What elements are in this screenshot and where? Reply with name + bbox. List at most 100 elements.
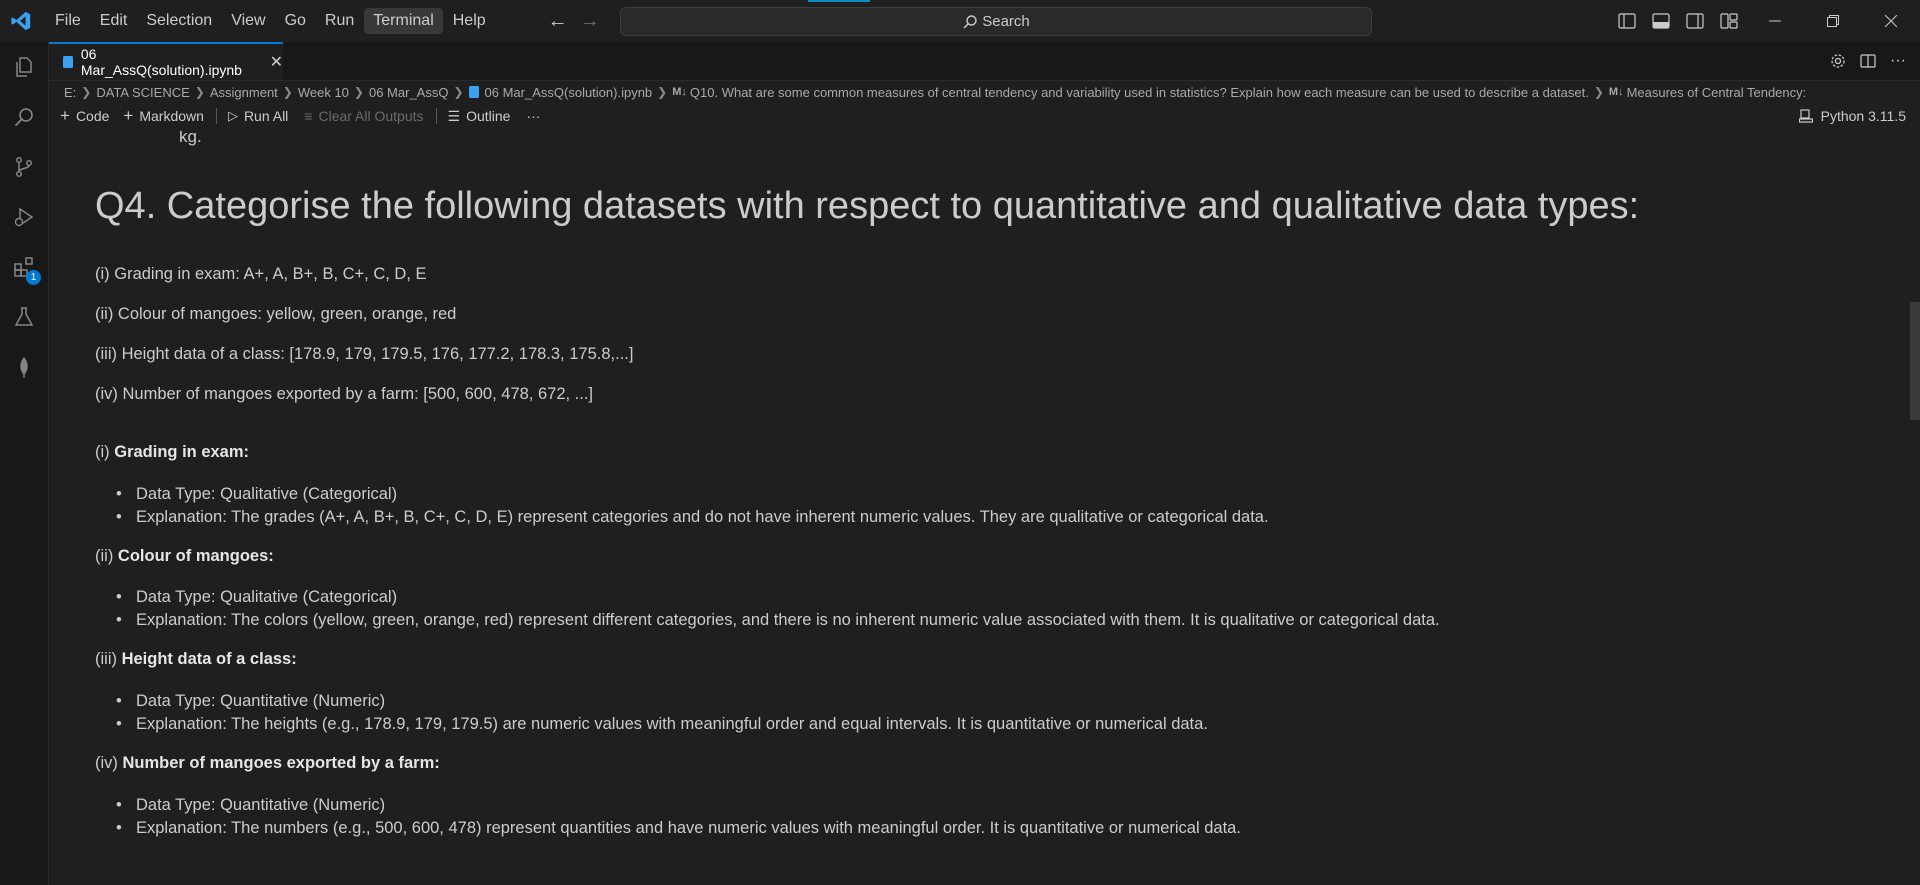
tab-close-icon[interactable]: ✕ bbox=[270, 52, 283, 72]
answer-bullet: Data Type: Qualitative (Categorical) bbox=[116, 485, 397, 504]
breadcrumb-data-science[interactable]: DATA SCIENCE bbox=[96, 85, 189, 100]
previous-cell-fragment: kg. bbox=[179, 131, 202, 146]
run-debug-icon[interactable] bbox=[0, 192, 48, 242]
breadcrumb-assignment[interactable]: Assignment bbox=[210, 85, 278, 100]
back-arrow-icon[interactable]: ← bbox=[548, 10, 568, 33]
forward-arrow-icon[interactable]: → bbox=[580, 10, 600, 33]
question-item-3: (iii) Height data of a class: [178.9, 17… bbox=[95, 345, 634, 363]
tab-bar: 06 Mar_AssQ(solution).ipynb ✕ ··· bbox=[49, 42, 1920, 81]
search-box[interactable]: Search bbox=[620, 7, 1372, 36]
extensions-badge: 1 bbox=[26, 270, 41, 285]
section-prefix: (iv) bbox=[95, 754, 118, 772]
answer-bullet: Data Type: Quantitative (Numeric) bbox=[116, 692, 385, 711]
breadcrumb-drive[interactable]: E: bbox=[64, 85, 76, 100]
search-label: Search bbox=[982, 13, 1030, 30]
breadcrumb: E: ❯ DATA SCIENCE ❯ Assignment ❯ Week 10… bbox=[64, 83, 1914, 101]
outline-button[interactable]: ☰ Outline bbox=[448, 108, 511, 125]
chevron-right-icon: ❯ bbox=[194, 85, 205, 99]
answer-bullet: Explanation: The heights (e.g., 178.9, 1… bbox=[116, 715, 1208, 734]
tab-title: 06 Mar_AssQ(solution).ipynb bbox=[80, 46, 242, 78]
menu-selection[interactable]: Selection bbox=[137, 8, 221, 34]
chevron-right-icon: ❯ bbox=[353, 85, 364, 99]
add-code-button[interactable]: + Code bbox=[60, 106, 109, 126]
answer-bullet: Explanation: The colors (yellow, green, … bbox=[116, 611, 1440, 630]
menu-view[interactable]: View bbox=[222, 8, 274, 34]
chevron-right-icon: ❯ bbox=[453, 85, 464, 99]
more-actions-icon[interactable]: ··· bbox=[1890, 52, 1906, 70]
breadcrumb-file[interactable]: 06 Mar_AssQ(solution).ipynb bbox=[485, 85, 653, 100]
source-control-icon[interactable] bbox=[0, 142, 48, 192]
menu-file[interactable]: File bbox=[46, 8, 90, 34]
testing-icon[interactable] bbox=[0, 292, 48, 342]
answer-bullet: Explanation: The numbers (e.g., 500, 600… bbox=[116, 819, 1241, 838]
answer-section-heading: (iv) Number of mangoes exported by a far… bbox=[95, 754, 440, 773]
add-code-label: Code bbox=[75, 108, 110, 124]
section-prefix: (iii) bbox=[95, 650, 117, 668]
plus-icon: + bbox=[123, 106, 134, 125]
tab-notebook[interactable]: 06 Mar_AssQ(solution).ipynb ✕ bbox=[49, 42, 283, 80]
question-item-1: (i) Grading in exam: A+, A, B+, B, C+, C… bbox=[95, 265, 427, 283]
answer-bullet: Explanation: The grades (A+, A, B+, B, C… bbox=[116, 508, 1269, 527]
run-all-label: Run All bbox=[243, 108, 289, 124]
search-icon bbox=[963, 14, 977, 29]
answer-section-heading: (i) Grading in exam: bbox=[95, 443, 249, 462]
notebook-file-icon bbox=[468, 86, 479, 98]
menu-go[interactable]: Go bbox=[276, 8, 315, 34]
minimize-icon[interactable] bbox=[1746, 0, 1804, 42]
scrollbar-thumb[interactable] bbox=[1910, 302, 1920, 420]
toggle-panel-icon[interactable] bbox=[1644, 0, 1678, 42]
editor-actions: ··· bbox=[1830, 42, 1906, 80]
breadcrumb-q10[interactable]: Q10. What are some common measures of ce… bbox=[690, 85, 1589, 100]
menu-bar: File Edit Selection View Go Run Terminal… bbox=[46, 8, 496, 34]
close-icon[interactable] bbox=[1862, 0, 1920, 42]
add-markdown-button[interactable]: + Markdown bbox=[123, 106, 204, 126]
chevron-right-icon: ❯ bbox=[81, 85, 92, 99]
navigation-arrows: ← → bbox=[548, 10, 600, 33]
extensions-icon[interactable]: 1 bbox=[0, 242, 48, 292]
markdown-symbol-icon: M↓ bbox=[672, 86, 687, 98]
activity-bar: 1 bbox=[0, 42, 49, 885]
accent-strip bbox=[808, 0, 870, 2]
outline-label: Outline bbox=[466, 108, 511, 124]
restore-icon[interactable] bbox=[1804, 0, 1862, 42]
menu-help[interactable]: Help bbox=[444, 8, 495, 34]
kernel-picker[interactable]: Python 3.11.5 bbox=[1798, 104, 1906, 128]
section-heading-bold: Height data of a class: bbox=[121, 650, 297, 668]
cell-heading-q4: Q4. Categorise the following datasets wi… bbox=[95, 185, 1640, 227]
menu-edit[interactable]: Edit bbox=[91, 8, 137, 34]
clear-all-outputs-label: Clear All Outputs bbox=[318, 108, 424, 124]
notebook-content: kg. Q4. Categorise the following dataset… bbox=[49, 131, 1905, 885]
answer-bullet: Data Type: Quantitative (Numeric) bbox=[116, 796, 385, 815]
settings-gear-icon[interactable] bbox=[1830, 53, 1846, 69]
breadcrumb-central-tendency[interactable]: Measures of Central Tendency: bbox=[1627, 85, 1807, 100]
split-editor-icon[interactable] bbox=[1860, 53, 1876, 69]
section-prefix: (i) bbox=[95, 443, 110, 461]
answer-section-heading: (iii) Height data of a class: bbox=[95, 650, 297, 669]
clear-all-outputs-button[interactable]: ≡ Clear All Outputs bbox=[304, 108, 423, 124]
search-view-icon[interactable] bbox=[0, 92, 48, 142]
question-item-4: (iv) Number of mangoes exported by a far… bbox=[95, 385, 594, 403]
chevron-right-icon: ❯ bbox=[282, 85, 293, 99]
more-toolbar-button[interactable]: ··· bbox=[526, 108, 540, 124]
breadcrumb-week[interactable]: Week 10 bbox=[298, 85, 349, 100]
run-all-button[interactable]: ▷ Run All bbox=[228, 108, 288, 124]
run-all-icon: ▷ bbox=[227, 108, 238, 123]
section-prefix: (ii) bbox=[95, 547, 114, 565]
toggle-secondary-sidebar-icon[interactable] bbox=[1678, 0, 1712, 42]
kernel-label: Python 3.11.5 bbox=[1820, 108, 1906, 124]
menu-terminal[interactable]: Terminal bbox=[364, 8, 443, 34]
customize-layout-icon[interactable] bbox=[1712, 0, 1746, 42]
kernel-icon bbox=[1798, 109, 1813, 123]
question-item-2: (ii) Colour of mangoes: yellow, green, o… bbox=[95, 305, 457, 323]
toggle-primary-sidebar-icon[interactable] bbox=[1610, 0, 1644, 42]
section-heading-bold: Grading in exam: bbox=[114, 443, 250, 461]
menu-run[interactable]: Run bbox=[316, 8, 363, 34]
clear-outputs-icon: ≡ bbox=[304, 108, 313, 124]
toolbar-divider bbox=[215, 108, 217, 124]
chevron-right-icon: ❯ bbox=[1593, 85, 1604, 99]
toolbar-divider bbox=[435, 108, 437, 124]
breadcrumb-folder[interactable]: 06 Mar_AssQ bbox=[369, 85, 448, 100]
section-heading-bold: Colour of mangoes: bbox=[117, 547, 274, 565]
explorer-icon[interactable] bbox=[0, 42, 48, 92]
mongodb-leaf-icon[interactable] bbox=[0, 342, 48, 392]
